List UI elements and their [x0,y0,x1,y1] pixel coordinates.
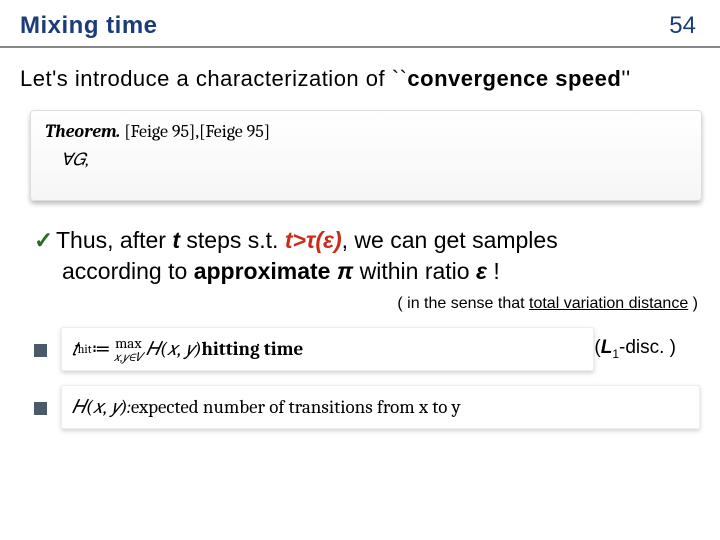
theorem-body: ∀𝐺, [45,150,687,170]
theorem-box: Theorem. [Feige 95],[Feige 95] ∀𝐺, [30,110,702,201]
bullet-approx: approximate [194,258,337,284]
note-underlined: total variation distance [529,295,688,312]
bullet-t-var: t [172,227,180,253]
theorem-label: Theorem. [45,121,120,142]
hitting-time-math: 𝑡hit ≔ max𝑥,𝑦∈𝑉 𝐻(𝑥, 𝑦) hitting time [61,327,594,371]
page-number: 54 [669,12,696,40]
max-bottom: 𝑥,𝑦∈𝑉 [114,351,144,363]
theorem-citations: [Feige 95],[Feige 95] [120,121,270,142]
bullet-t6: ! [487,258,500,284]
slide-header: Mixing time 54 [0,0,720,48]
slide-title: Mixing time [20,12,158,40]
bullet-t2: steps s.t. [180,227,285,253]
bullet-t4: according to [62,258,194,284]
check-icon: ✓ [34,225,56,256]
note-prefix: ( in the sense that [397,295,529,312]
H-xy: 𝐻(𝑥, 𝑦) [146,338,201,360]
intro-suffix: '' [621,66,630,91]
max-top: max [115,336,142,351]
hxy-lhs: 𝐻(𝑥, 𝑦): [72,396,131,418]
def-row-hitting-time: 𝑡hit ≔ max𝑥,𝑦∈𝑉 𝐻(𝑥, 𝑦) hitting time (L1… [34,327,700,371]
main-bullet: ✓Thus, after t steps s.t. t>τ(ε), we can… [0,219,720,289]
hitting-time-label: hitting time [202,338,304,360]
bullet-pi: π [337,258,353,284]
coloneq: ≔ [92,338,111,360]
l1-L: L [601,337,613,358]
l1-sub: 1 [612,347,619,361]
intro-line: Let's introduce a characterization of ``… [0,48,720,106]
hxy-math: 𝐻(𝑥, 𝑦): expected number of transitions … [61,385,700,429]
note-line: ( in the sense that total variation dist… [0,289,720,323]
t-hit-sub: hit [78,342,92,356]
intro-prefix: Let's introduce a characterization of `` [20,66,407,91]
definitions: 𝑡hit ≔ max𝑥,𝑦∈𝑉 𝐻(𝑥, 𝑦) hitting time (L1… [0,323,720,429]
hxy-rhs: expected number of transitions from x to… [131,396,461,418]
intro-emph: convergence speed [407,66,621,91]
l1-disc-note: (L1-disc. ) [594,337,700,361]
def-row-hxy: 𝐻(𝑥, 𝑦): expected number of transitions … [34,385,700,429]
square-bullet-icon [34,344,47,357]
bullet-t3: , we can get samples [342,227,558,253]
bullet-line2: according to approximate π within ratio … [34,256,700,287]
note-suffix: ) [688,295,698,312]
bullet-t1: Thus, after [56,227,172,253]
square-bullet-icon [34,402,47,415]
bullet-t5: within ratio [353,258,476,284]
bullet-eps: ε [476,258,487,284]
max-operator: max𝑥,𝑦∈𝑉 [114,336,144,363]
bullet-inequality: t>τ(ε) [285,227,342,253]
l1-rest: -disc. ) [619,337,676,358]
